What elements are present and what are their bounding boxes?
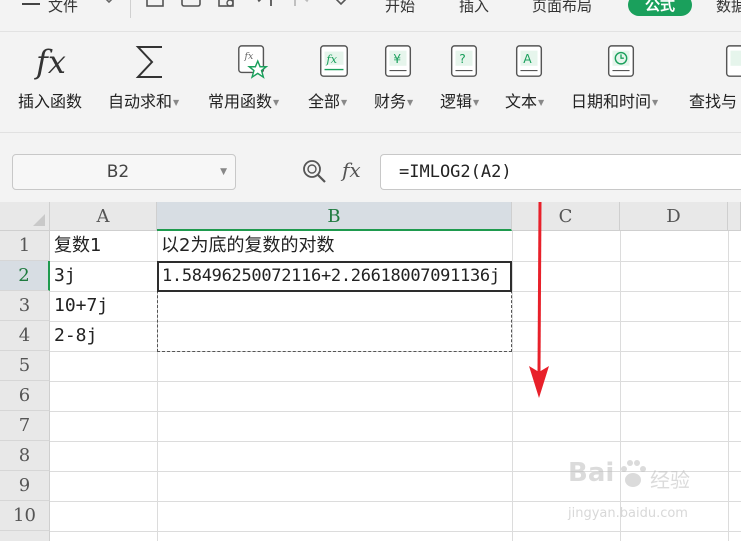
- row-header-11[interactable]: [0, 531, 50, 541]
- row-header-1[interactable]: 1: [0, 231, 50, 261]
- menu-bar: 文件 开始 插入 页面布局 公式 数据: [0, 0, 741, 20]
- cell-a4[interactable]: 2-8j: [50, 321, 157, 351]
- star-function-icon: fx: [238, 45, 269, 79]
- name-box[interactable]: B2 ▼: [12, 154, 236, 190]
- cell-a1[interactable]: 复数1: [50, 231, 157, 261]
- yen-book-icon: ¥: [384, 45, 412, 77]
- formula-bar: B2 ▼ fx =IMLOG2(A2): [0, 132, 741, 202]
- lookup-book-icon: [725, 45, 741, 77]
- all-functions-icon: fx: [320, 45, 348, 77]
- text-button[interactable]: A 文本▼: [505, 42, 561, 112]
- cell-b1[interactable]: 以2为底的复数的对数: [157, 231, 512, 261]
- tab-home[interactable]: 开始: [385, 0, 415, 16]
- insert-function-label: 插入函数: [18, 92, 83, 111]
- svg-text:fx: fx: [243, 51, 254, 62]
- text-label: 文本▼: [505, 92, 545, 111]
- column-header-e[interactable]: [728, 202, 741, 231]
- chevron-down-icon[interactable]: [98, 0, 120, 16]
- divider: [130, 0, 131, 18]
- gridline: [512, 231, 513, 541]
- row-header-9[interactable]: 9: [0, 471, 50, 501]
- hamburger-menu-icon[interactable]: [20, 0, 42, 16]
- insert-function-fx-icon[interactable]: fx: [342, 158, 361, 182]
- finance-label: 财务▼: [374, 92, 414, 111]
- svg-text:¥: ¥: [393, 52, 401, 66]
- lookup-button[interactable]: 查找与: [689, 42, 741, 112]
- column-header-b[interactable]: B: [157, 202, 512, 231]
- print-preview-icon[interactable]: [216, 0, 238, 16]
- clock-book-icon: [607, 45, 635, 77]
- gridline: [50, 531, 741, 532]
- common-functions-button[interactable]: fx 常用函数▼: [208, 42, 294, 112]
- auto-sum-label: 自动求和▼: [108, 92, 180, 111]
- date-time-button[interactable]: 日期和时间▼: [571, 42, 675, 112]
- svg-text:?: ?: [459, 52, 466, 66]
- tab-insert[interactable]: 插入: [459, 0, 489, 16]
- watermark-subtitle: 经验: [650, 468, 690, 492]
- active-cell-b2[interactable]: [157, 261, 512, 292]
- name-box-value: B2: [106, 162, 130, 182]
- row-header-10[interactable]: 10: [0, 501, 50, 531]
- red-down-arrow-annotation: [529, 201, 549, 398]
- select-all-corner[interactable]: [0, 202, 50, 231]
- row-header-2[interactable]: 2: [0, 261, 50, 291]
- column-header-d[interactable]: D: [620, 202, 728, 231]
- tab-formula[interactable]: 公式: [628, 0, 692, 16]
- paw-logo-icon: [621, 460, 646, 487]
- cell-a3[interactable]: 10+7j: [50, 291, 157, 321]
- lookup-label: 查找与: [689, 92, 738, 111]
- gridline: [728, 231, 729, 541]
- row-header-8[interactable]: 8: [0, 441, 50, 471]
- question-book-icon: ?: [450, 45, 478, 77]
- watermark-brand: Bai: [568, 458, 615, 488]
- svg-text:A: A: [523, 52, 532, 66]
- save-icon[interactable]: [144, 0, 166, 16]
- all-functions-label: 全部▼: [308, 92, 348, 111]
- watermark-url: jingyan.baidu.com: [568, 506, 688, 521]
- date-time-label: 日期和时间▼: [571, 92, 659, 111]
- row-header-7[interactable]: 7: [0, 411, 50, 441]
- formula-text: =IMLOG2(A2): [399, 162, 512, 182]
- print-icon[interactable]: [180, 0, 202, 16]
- fx-icon: fx: [36, 43, 66, 81]
- ribbon-toolbar: fx 插入函数 自动求和▼ fx 常用函数▼ fx 全部▼ ¥ 财务▼ ? 逻辑…: [0, 20, 741, 132]
- sigma-icon: [135, 46, 162, 78]
- file-menu[interactable]: 文件: [48, 0, 78, 16]
- insert-function-button[interactable]: fx 插入函数: [18, 42, 94, 112]
- gridline: [50, 411, 741, 412]
- all-functions-button[interactable]: fx 全部▼: [308, 42, 364, 112]
- gridline: [50, 381, 741, 382]
- finance-button[interactable]: ¥ 财务▼: [374, 42, 430, 112]
- auto-sum-button[interactable]: 自动求和▼: [108, 42, 194, 112]
- svg-text:fx: fx: [325, 52, 337, 66]
- tab-page-layout[interactable]: 页面布局: [532, 0, 592, 16]
- undo-icon[interactable]: [254, 0, 276, 16]
- row-header-3[interactable]: 3: [0, 291, 50, 321]
- redo-icon[interactable]: [290, 0, 312, 16]
- common-functions-label: 常用函数▼: [208, 92, 280, 111]
- row-header-6[interactable]: 6: [0, 381, 50, 411]
- text-book-icon: A: [515, 45, 543, 77]
- name-box-dropdown-icon[interactable]: ▼: [220, 167, 227, 177]
- formula-input[interactable]: =IMLOG2(A2): [380, 154, 741, 190]
- cell-a2[interactable]: 3j: [50, 261, 157, 291]
- find-zoom-icon[interactable]: [302, 159, 328, 185]
- tab-data[interactable]: 数据: [716, 0, 741, 16]
- quick-access-dropdown-icon[interactable]: [330, 0, 352, 16]
- row-header-4[interactable]: 4: [0, 321, 50, 351]
- logic-button[interactable]: ? 逻辑▼: [440, 42, 496, 112]
- logic-label: 逻辑▼: [440, 92, 480, 111]
- column-header-a[interactable]: A: [50, 202, 157, 231]
- row-header-5[interactable]: 5: [0, 351, 50, 381]
- baidu-jingyan-watermark: Bai 经验 jingyan.baidu.com: [568, 458, 728, 528]
- gridline: [50, 441, 741, 442]
